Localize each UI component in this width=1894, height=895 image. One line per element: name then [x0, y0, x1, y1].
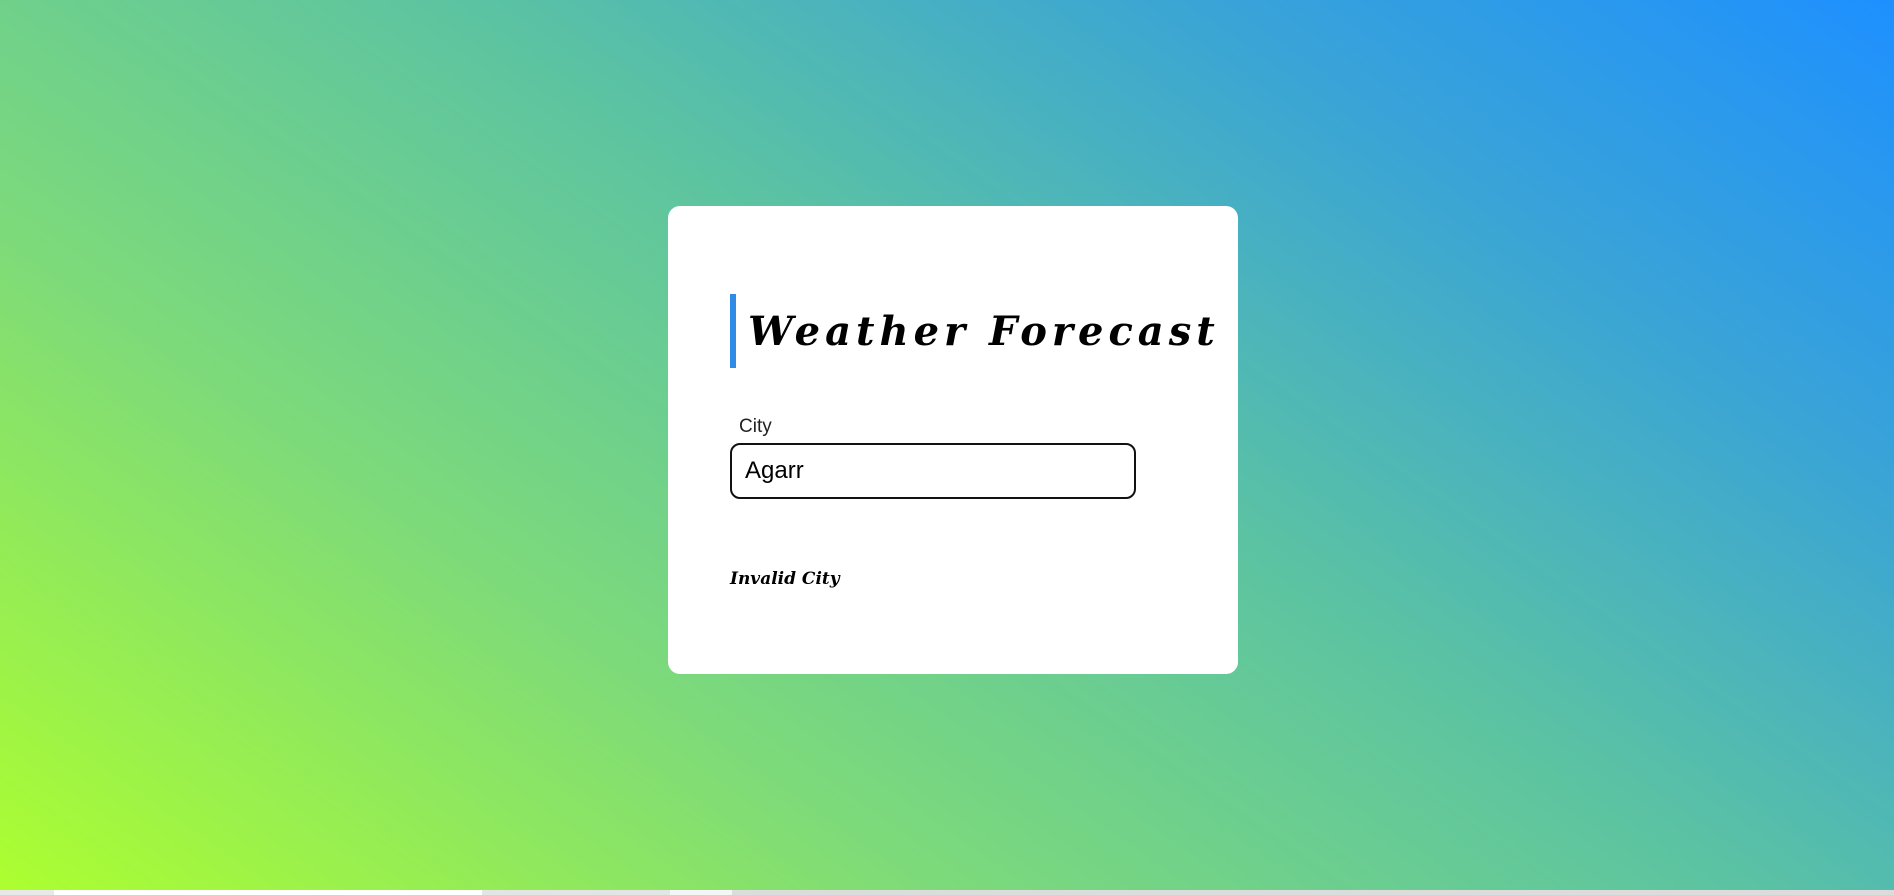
page-title: Weather Forecast — [748, 307, 1220, 355]
title-block: Weather Forecast — [730, 294, 1220, 368]
weather-card: Weather Forecast City Invalid City — [668, 206, 1238, 674]
city-label: City — [739, 416, 772, 437]
error-message: Invalid City — [730, 569, 840, 589]
city-input[interactable] — [730, 443, 1136, 499]
bottom-strip — [0, 890, 1894, 895]
